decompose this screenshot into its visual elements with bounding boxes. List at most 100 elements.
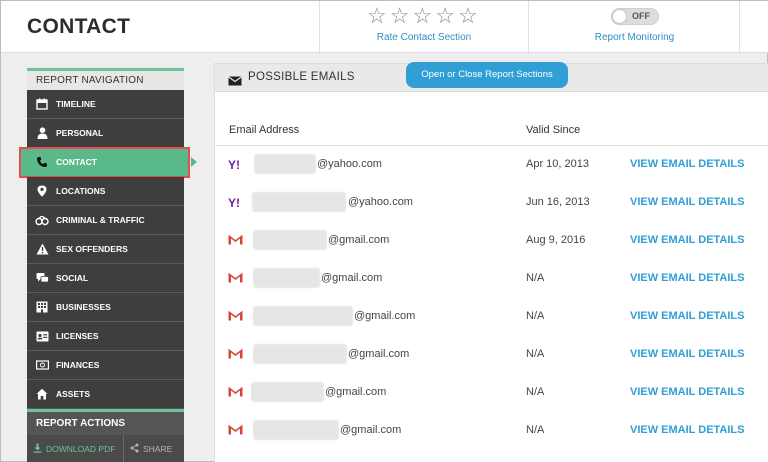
sidebar-item-label: SEX OFFENDERS	[56, 244, 128, 254]
calendar-icon	[35, 98, 49, 110]
toggle-sections-button[interactable]: Open or Close Report Sections	[406, 62, 568, 88]
report-actions: DOWNLOAD PDF SHARE	[27, 435, 184, 462]
map-pin-icon	[35, 185, 49, 197]
sidebar-item-finances[interactable]: FINANCES	[27, 351, 184, 380]
sidebar-item-label: LICENSES	[56, 331, 99, 341]
id-card-icon	[35, 330, 49, 342]
email-domain: @gmail.com	[325, 386, 387, 398]
toggle-knob	[613, 10, 626, 23]
sidebar-item-personal[interactable]: PERSONAL	[27, 119, 184, 148]
table-row: @gmail.com N/A VIEW EMAIL DETAILS	[215, 374, 768, 412]
gmail-icon	[228, 386, 244, 399]
rate-section-label[interactable]: Rate Contact Section	[320, 32, 528, 43]
gmail-icon	[228, 424, 244, 437]
view-email-details-link[interactable]: VIEW EMAIL DETAILS	[630, 196, 745, 208]
star-icon[interactable]: ☆	[435, 5, 455, 27]
table-row: @gmail.com N/A VIEW EMAIL DETAILS	[215, 336, 768, 374]
view-email-details-link[interactable]: VIEW EMAIL DETAILS	[630, 386, 745, 398]
warning-icon	[35, 243, 49, 255]
sidebar-item-label: CRIMINAL & TRAFFIC	[56, 215, 145, 225]
emails-table: Email Address Valid Since Y! @yahoo.com …	[215, 114, 768, 450]
gmail-icon	[228, 272, 244, 285]
sidebar-item-businesses[interactable]: BUSINESSES	[27, 293, 184, 322]
redacted-email-user	[253, 420, 339, 440]
toggle-state: OFF	[632, 11, 650, 21]
column-header-email: Email Address	[229, 124, 300, 136]
share-button[interactable]: SHARE	[124, 435, 184, 462]
sidebar-item-timeline[interactable]: TIMELINE	[27, 90, 184, 119]
table-row: @gmail.com N/A VIEW EMAIL DETAILS	[215, 260, 768, 298]
valid-since: N/A	[526, 272, 545, 284]
sidebar-item-sex-offenders[interactable]: SEX OFFENDERS	[27, 235, 184, 264]
valid-since: N/A	[526, 386, 545, 398]
handcuffs-icon	[35, 214, 49, 226]
sidebar-item-licenses[interactable]: LICENSES	[27, 322, 184, 351]
redacted-email-user	[253, 306, 353, 326]
money-icon	[35, 359, 49, 371]
valid-since: Apr 10, 2013	[526, 158, 589, 170]
email-domain: @gmail.com	[348, 348, 410, 360]
redacted-email-user	[253, 344, 347, 364]
gmail-icon	[228, 234, 244, 247]
page-title: CONTACT	[27, 15, 131, 38]
view-email-details-link[interactable]: VIEW EMAIL DETAILS	[630, 424, 745, 436]
gmail-icon	[228, 310, 244, 323]
view-email-details-link[interactable]: VIEW EMAIL DETAILS	[630, 348, 745, 360]
table-row: @gmail.com Aug 9, 2016 VIEW EMAIL DETAIL…	[215, 222, 768, 260]
sidebar-item-locations[interactable]: LOCATIONS	[27, 177, 184, 206]
sidebar-item-contact[interactable]: CONTACT	[19, 147, 197, 178]
chat-icon	[35, 272, 49, 284]
sidebar-item-assets[interactable]: ASSETS	[27, 380, 184, 409]
building-icon	[35, 301, 49, 313]
house-icon	[35, 388, 49, 400]
sidebar-item-criminal-traffic[interactable]: CRIMINAL & TRAFFIC	[27, 206, 184, 235]
email-domain: @gmail.com	[328, 234, 390, 246]
page-header: CONTACT ☆ ☆ ☆ ☆ ☆ Rate Contact Section O…	[1, 1, 768, 53]
email-domain: @gmail.com	[340, 424, 402, 436]
email-domain: @yahoo.com	[317, 158, 382, 170]
redacted-email-user	[254, 154, 316, 174]
valid-since: Jun 16, 2013	[526, 196, 590, 208]
table-row: @gmail.com N/A VIEW EMAIL DETAILS	[215, 412, 768, 450]
sidebar-item-social[interactable]: SOCIAL	[27, 264, 184, 293]
table-row: Y! @yahoo.com Jun 16, 2013 VIEW EMAIL DE…	[215, 184, 768, 222]
table-row: Y! @yahoo.com Apr 10, 2013 VIEW EMAIL DE…	[215, 146, 768, 184]
view-email-details-link[interactable]: VIEW EMAIL DETAILS	[630, 158, 745, 170]
monitoring-section: OFF Report Monitoring	[530, 1, 740, 53]
report-navigation: REPORT NAVIGATION TIMELINE PERSONAL CONT…	[19, 68, 197, 462]
view-email-details-link[interactable]: VIEW EMAIL DETAILS	[630, 234, 745, 246]
envelope-icon	[228, 73, 242, 91]
view-email-details-link[interactable]: VIEW EMAIL DETAILS	[630, 310, 745, 322]
section-title: POSSIBLE EMAILS	[248, 71, 355, 83]
valid-since: N/A	[526, 424, 545, 436]
star-icon[interactable]: ☆	[458, 5, 478, 27]
sidebar-item-label: BUSINESSES	[56, 302, 111, 312]
view-email-details-link[interactable]: VIEW EMAIL DETAILS	[630, 272, 745, 284]
download-icon	[33, 443, 42, 455]
section-header[interactable]: POSSIBLE EMAILS Open or Close Report Sec…	[215, 62, 768, 92]
star-icon[interactable]: ☆	[367, 5, 387, 27]
sidebar-item-label: ASSETS	[56, 389, 91, 399]
phone-icon	[35, 156, 49, 168]
share-label: SHARE	[143, 444, 173, 454]
valid-since: N/A	[526, 348, 545, 360]
sidebar-item-label: SOCIAL	[56, 273, 89, 283]
emails-panel: POSSIBLE EMAILS Open or Close Report Sec…	[214, 62, 768, 462]
report-actions-title: REPORT ACTIONS	[27, 409, 184, 435]
share-icon	[130, 443, 139, 455]
sidebar-item-label: CONTACT	[56, 157, 97, 167]
download-pdf-button[interactable]: DOWNLOAD PDF	[27, 435, 124, 462]
star-icon[interactable]: ☆	[412, 5, 432, 27]
column-header-valid-since: Valid Since	[526, 124, 581, 136]
star-icon[interactable]: ☆	[390, 5, 410, 27]
redacted-email-user	[251, 382, 324, 402]
yahoo-icon: Y!	[228, 158, 244, 172]
redacted-email-user	[253, 230, 327, 250]
rating-stars: ☆ ☆ ☆ ☆ ☆	[367, 5, 478, 27]
download-pdf-label: DOWNLOAD PDF	[46, 444, 116, 454]
email-domain: @yahoo.com	[348, 196, 413, 208]
sidebar-item-label: PERSONAL	[56, 128, 104, 138]
monitoring-toggle[interactable]: OFF	[611, 8, 659, 25]
monitoring-label[interactable]: Report Monitoring	[530, 32, 739, 43]
svg-text:Y!: Y!	[228, 158, 240, 171]
